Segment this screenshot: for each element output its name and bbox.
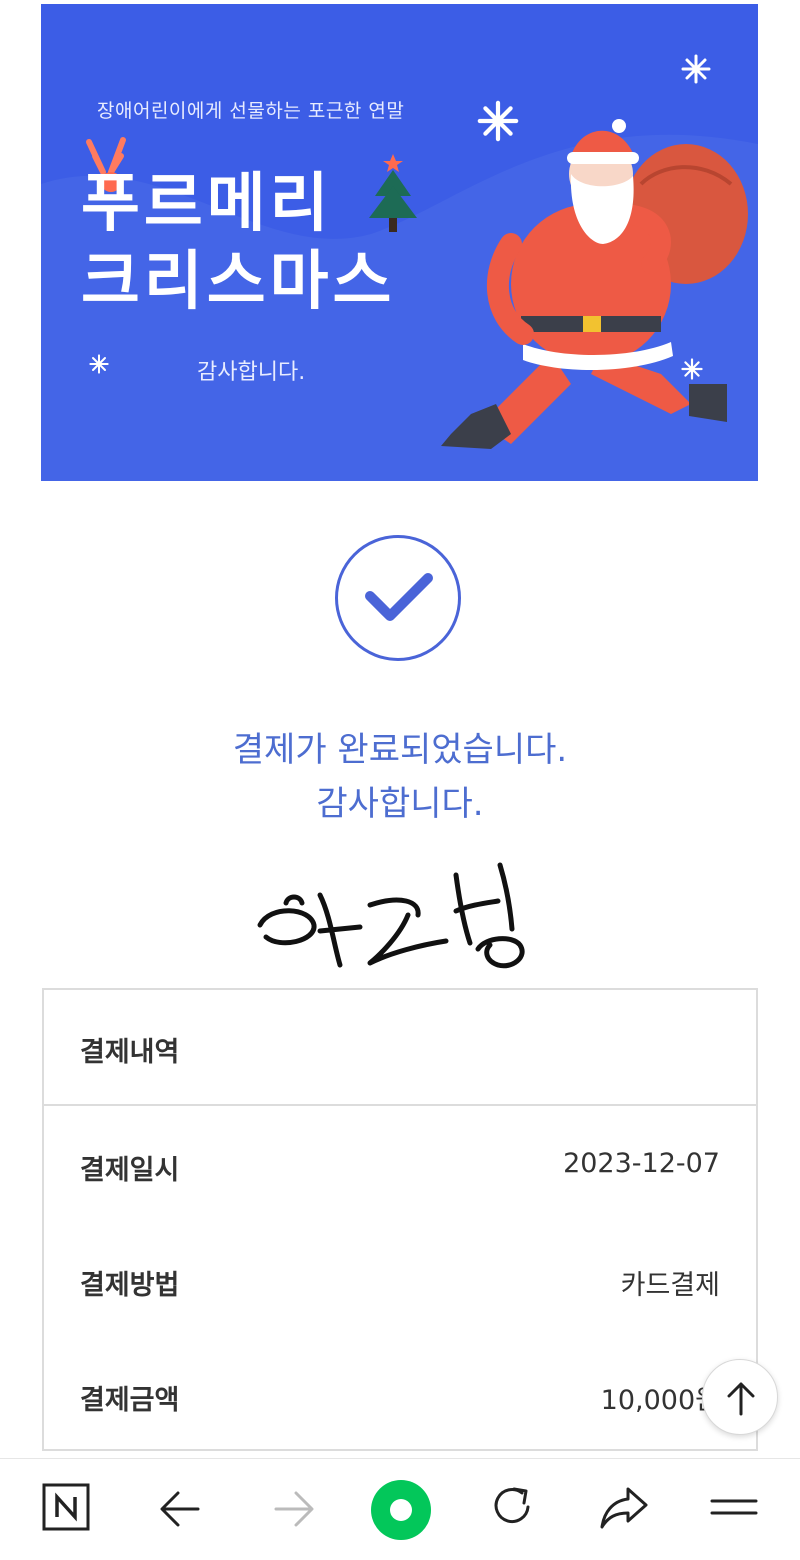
payment-complete-message: 결제가 완료되었습니다.: [232, 730, 568, 770]
scroll-top-button[interactable]: [702, 1359, 778, 1435]
browser-bottom-bar: [0, 1458, 800, 1560]
arrow-up-icon: [727, 1382, 755, 1416]
payment-amount-label: 결제금액: [80, 1385, 180, 1416]
payment-history-title: 결제내역: [80, 1037, 180, 1068]
christmas-banner: 장애어린이에게 선물하는 포근한 연말 푸르메리 크리스마스 감사합니다.: [41, 4, 758, 481]
santa-illustration: [441, 119, 748, 449]
forward-button[interactable]: [266, 1481, 326, 1541]
refresh-button[interactable]: [486, 1481, 546, 1541]
check-icon: [365, 573, 433, 621]
payment-date-value: 2023-12-07: [563, 1148, 720, 1179]
back-button[interactable]: [156, 1481, 216, 1541]
share-icon: [600, 1487, 648, 1529]
green-dot-button[interactable]: [370, 1479, 431, 1540]
forward-arrow-icon: [274, 1491, 314, 1527]
banner-thanks: 감사합니다.: [197, 360, 306, 385]
payment-date-row: 결제일시 2023-12-07: [44, 1148, 756, 1188]
payment-history-header: 결제내역: [44, 990, 756, 1106]
payment-method-value: 카드결제: [620, 1270, 720, 1301]
sparkle-icon: [89, 354, 109, 374]
payment-amount-row: 결제금액 10,000원: [44, 1378, 756, 1418]
payment-method-label: 결제방법: [80, 1270, 180, 1301]
sparkle-icon: [681, 54, 711, 84]
naver-home-button[interactable]: [40, 1481, 100, 1541]
share-button[interactable]: [596, 1481, 656, 1541]
back-arrow-icon: [160, 1491, 200, 1527]
payment-history-panel: 결제내역 결제일시 2023-12-07 결제방법 카드결제 결제금액 10,0…: [42, 988, 758, 1451]
christmas-tree-icon: [369, 154, 417, 232]
menu-button[interactable]: [708, 1481, 768, 1541]
menu-icon: [710, 1499, 758, 1515]
refresh-icon: [494, 1487, 530, 1524]
payment-date-label: 결제일시: [80, 1155, 180, 1186]
naver-home-icon: [42, 1483, 90, 1531]
thank-you-message: 감사합니다.: [316, 784, 484, 824]
payment-method-row: 결제방법 카드결제: [44, 1263, 756, 1303]
handwritten-signature: [257, 862, 525, 969]
banner-title-line2: 크리스마스: [81, 245, 396, 319]
banner-subtitle: 장애어린이에게 선물하는 포근한 연말: [97, 100, 405, 122]
green-dot-icon: [371, 1480, 431, 1540]
payment-success-badge: [335, 535, 461, 661]
